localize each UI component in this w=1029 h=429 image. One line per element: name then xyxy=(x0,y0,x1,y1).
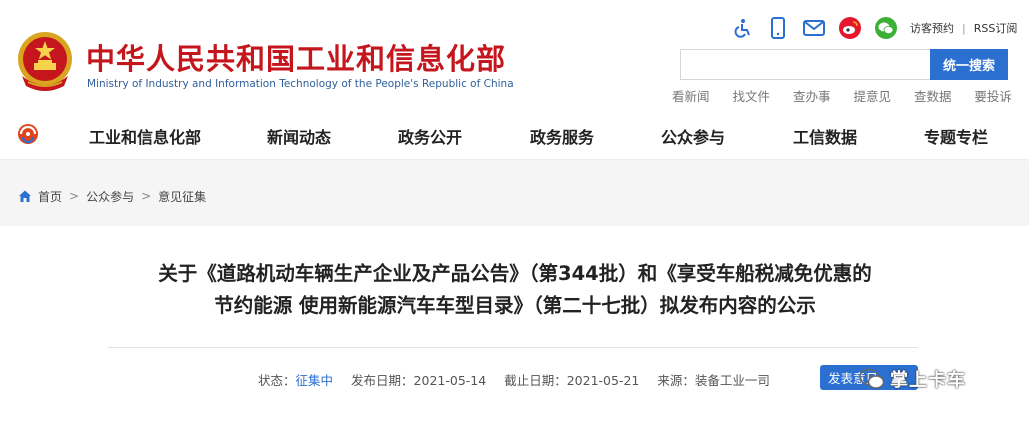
watermark-text: 掌上卡车 xyxy=(890,370,966,391)
nav-item-government-affairs[interactable]: 政务公开 xyxy=(398,124,462,148)
nav-item-ministry[interactable]: 工业和信息化部 xyxy=(89,124,201,148)
ministry-logo-icon[interactable] xyxy=(16,122,40,146)
search-button[interactable]: 统一搜索 xyxy=(930,49,1008,80)
article-title-line-2: 节约能源 使用新能源汽车车型目录》（第二十七批）拟发布内容的公示 xyxy=(214,294,816,317)
breadcrumb-solicitation[interactable]: 意见征集 xyxy=(158,188,206,205)
breadcrumb-public-participation[interactable]: 公众参与 xyxy=(86,188,134,205)
publish-date-label: 发布日期： xyxy=(351,373,414,388)
title-divider xyxy=(108,347,918,348)
status-field: 状态：征集中 xyxy=(258,370,333,389)
quick-link-complaint[interactable]: 要投诉 xyxy=(974,86,1012,105)
nav-item-special-topics[interactable]: 专题专栏 xyxy=(924,124,988,148)
article-meta: 状态：征集中 发布日期：2021-05-14 截止日期：2021-05-21 来… xyxy=(258,370,788,389)
article-card xyxy=(0,226,1029,429)
wechat-icon[interactable] xyxy=(874,16,898,40)
deadline-field: 截止日期：2021-05-21 xyxy=(504,370,639,389)
header-toolbar: 访客预约 | RSS订阅 xyxy=(730,15,1017,41)
quick-link-feedback[interactable]: 提意见 xyxy=(853,86,891,105)
nav-item-public-participation[interactable]: 公众参与 xyxy=(661,124,725,148)
weibo-icon[interactable] xyxy=(838,16,862,40)
quick-link-files[interactable]: 找文件 xyxy=(732,86,770,105)
mobile-icon[interactable] xyxy=(766,16,790,40)
article-title-line-1: 关于《道路机动车辆生产企业及产品公告》（第344批）和《享受车船税减免优惠的 xyxy=(158,262,872,285)
toolbar-separator: | xyxy=(962,21,966,35)
publish-date-value: 2021-05-14 xyxy=(413,373,487,388)
article-title: 关于《道路机动车辆生产企业及产品公告》（第344批）和《享受车船税减免优惠的 节… xyxy=(80,258,950,322)
breadcrumb-separator: > xyxy=(141,189,152,203)
rss-link[interactable]: RSS订阅 xyxy=(974,20,1018,36)
national-emblem-icon xyxy=(18,32,72,91)
watermark: 掌上卡车 xyxy=(858,366,966,392)
quick-link-news[interactable]: 看新闻 xyxy=(672,86,710,105)
deadline-value: 2021-05-21 xyxy=(566,373,640,388)
quick-links: 看新闻 找文件 查办事 提意见 查数据 要投诉 xyxy=(672,86,1012,105)
status-value: 征集中 xyxy=(295,373,334,388)
breadcrumb-home[interactable]: 首页 xyxy=(38,188,62,205)
source-field: 来源：装备工业一司 xyxy=(657,370,770,389)
site-header: 中华人民共和国工业和信息化部 Ministry of Industry and … xyxy=(0,0,1029,108)
quick-link-services[interactable]: 查办事 xyxy=(793,86,831,105)
mail-icon[interactable] xyxy=(802,16,826,40)
source-label: 来源： xyxy=(657,373,695,388)
breadcrumb-separator: > xyxy=(69,189,80,203)
main-nav: 工业和信息化部 新闻动态 政务公开 政务服务 公众参与 工信数据 专题专栏 xyxy=(0,108,1029,160)
quick-link-data[interactable]: 查数据 xyxy=(914,86,952,105)
nav-item-data[interactable]: 工信数据 xyxy=(793,124,857,148)
publish-date-field: 发布日期：2021-05-14 xyxy=(351,370,486,389)
deadline-label: 截止日期： xyxy=(504,373,567,388)
nav-item-news[interactable]: 新闻动态 xyxy=(267,124,331,148)
breadcrumb: 首页 > 公众参与 > 意见征集 xyxy=(18,187,206,205)
status-label: 状态： xyxy=(258,373,296,388)
visitor-appointment-link[interactable]: 访客预约 xyxy=(910,20,954,36)
wechat-watermark-icon xyxy=(859,368,885,389)
accessibility-icon[interactable] xyxy=(730,16,754,40)
site-title: 中华人民共和国工业和信息化部 xyxy=(86,42,507,76)
home-icon xyxy=(19,190,31,202)
source-value: 装备工业一司 xyxy=(694,373,770,388)
nav-item-government-services[interactable]: 政务服务 xyxy=(530,124,594,148)
site-subtitle: Ministry of Industry and Information Tec… xyxy=(87,78,514,90)
search-input[interactable] xyxy=(680,49,930,80)
